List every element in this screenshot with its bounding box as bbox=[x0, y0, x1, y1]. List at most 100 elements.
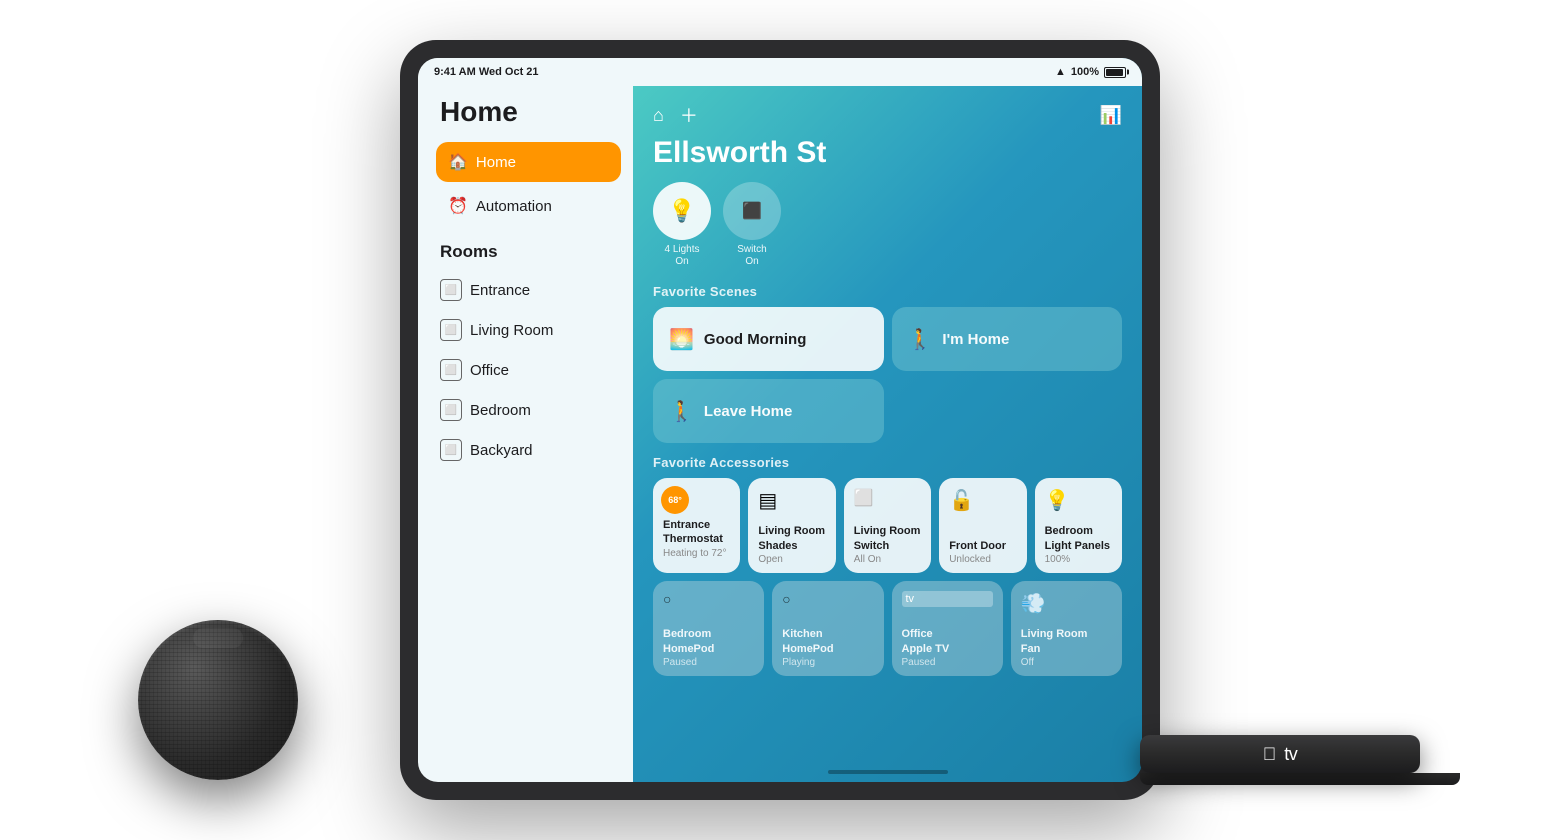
sidebar-item-living-room[interactable]: ⬜ Living Room bbox=[436, 310, 621, 350]
light-panels-icon: 💡 bbox=[1045, 488, 1112, 513]
home-indicator[interactable] bbox=[828, 770, 948, 774]
status-right: ▲ 100% bbox=[1055, 66, 1126, 78]
entrance-room-icon: ⬜ bbox=[440, 279, 462, 301]
door-status: Unlocked bbox=[949, 554, 1016, 565]
sidebar-item-automation[interactable]: ⏰ Automation bbox=[436, 186, 621, 226]
accessories-row-1: 68° EntranceThermostat Heating to 72° ▤ … bbox=[633, 478, 1142, 581]
battery-icon bbox=[1104, 67, 1126, 78]
appletv-base bbox=[1140, 773, 1460, 785]
add-icon[interactable]: ＋ bbox=[680, 102, 698, 128]
office-label: Office bbox=[470, 362, 509, 379]
lights-label: 4 LightsOn bbox=[664, 244, 699, 268]
quick-access-row: 💡 4 LightsOn ⬛ SwitchOn bbox=[633, 182, 1142, 280]
accessories-row-2: ○ BedroomHomePod Paused ○ KitchenHomePod… bbox=[633, 581, 1142, 690]
sidebar-home-label: Home bbox=[476, 154, 516, 171]
scenes-grid-bottom: 🚶 Leave Home bbox=[633, 379, 1142, 451]
living-room-label: Living Room bbox=[470, 322, 553, 339]
scene-leave-home[interactable]: 🚶 Leave Home bbox=[653, 379, 884, 443]
sidebar-item-bedroom[interactable]: ⬜ Bedroom bbox=[436, 390, 621, 430]
home-nav-icon: 🏠 bbox=[448, 152, 468, 172]
accessory-living-room-switch[interactable]: ⬜ Living RoomSwitch All On bbox=[844, 478, 931, 573]
ipad-device: 9:41 AM Wed Oct 21 ▲ 100% Home 🏠 Home bbox=[400, 40, 1160, 800]
kitchen-homepod-status: Playing bbox=[782, 657, 873, 668]
sidebar-automation-label: Automation bbox=[476, 198, 552, 215]
office-appletv-status: Paused bbox=[902, 657, 993, 668]
shades-status: Open bbox=[758, 554, 825, 565]
waveform-icon[interactable]: 📊 bbox=[1100, 105, 1122, 126]
temp-badge: 68° bbox=[661, 486, 689, 514]
apple-tv-device:  tv bbox=[1140, 735, 1460, 785]
sidebar-item-home[interactable]: 🏠 Home bbox=[436, 142, 621, 182]
scene-im-home[interactable]: 🚶 I'm Home bbox=[892, 307, 1123, 371]
appletv-text: tv bbox=[1284, 744, 1297, 765]
accessory-living-room-fan[interactable]: 💨 Living RoomFan Off bbox=[1011, 581, 1122, 676]
quick-switch-btn[interactable]: ⬛ SwitchOn bbox=[723, 182, 781, 268]
leave-home-label: Leave Home bbox=[704, 403, 792, 420]
bedroom-homepod-icon: ○ bbox=[663, 591, 754, 607]
main-header: ⌂ ＋ 📊 bbox=[633, 96, 1142, 128]
accessory-entrance-thermostat[interactable]: 68° EntranceThermostat Heating to 72° bbox=[653, 478, 740, 573]
main-content: ⌂ ＋ 📊 Ellsworth St 💡 4 LightsOn ⬛ Swit bbox=[633, 58, 1142, 782]
living-room-icon: ⬜ bbox=[440, 319, 462, 341]
accessories-section-title: Favorite Accessories bbox=[633, 451, 1142, 478]
light-panels-status: 100% bbox=[1045, 554, 1112, 565]
kitchen-homepod-icon: ○ bbox=[782, 591, 873, 607]
lights-circle: 💡 bbox=[653, 182, 711, 240]
battery-percent: 100% bbox=[1071, 66, 1099, 78]
leave-home-icon: 🚶 bbox=[669, 399, 694, 424]
switch-icon: ⬜ bbox=[854, 488, 921, 508]
switch-acc-name: Living RoomSwitch bbox=[854, 524, 921, 553]
ipad-screen: 9:41 AM Wed Oct 21 ▲ 100% Home 🏠 Home bbox=[418, 58, 1142, 782]
entrance-label: Entrance bbox=[470, 282, 530, 299]
accessory-office-appletv[interactable]: tv OfficeApple TV Paused bbox=[892, 581, 1003, 676]
office-appletv-name: OfficeApple TV bbox=[902, 627, 993, 656]
switch-circle: ⬛ bbox=[723, 182, 781, 240]
automation-nav-icon: ⏰ bbox=[448, 196, 468, 216]
switch-label: SwitchOn bbox=[737, 244, 766, 268]
scene-container: 9:41 AM Wed Oct 21 ▲ 100% Home 🏠 Home bbox=[0, 0, 1560, 840]
thermostat-name: EntranceThermostat bbox=[663, 518, 730, 547]
accessory-front-door[interactable]: 🔓 Front Door Unlocked bbox=[939, 478, 1026, 573]
bedroom-homepod-name: BedroomHomePod bbox=[663, 627, 754, 656]
appletv-logo:  tv bbox=[1263, 744, 1298, 765]
kitchen-homepod-name: KitchenHomePod bbox=[782, 627, 873, 656]
shades-icon: ▤ bbox=[758, 488, 825, 513]
homepod-mini bbox=[138, 620, 298, 780]
door-icon: 🔓 bbox=[949, 488, 1016, 513]
bedroom-icon: ⬜ bbox=[440, 399, 462, 421]
bedroom-label: Bedroom bbox=[470, 402, 531, 419]
appletv-body:  tv bbox=[1140, 735, 1420, 773]
thermostat-status: Heating to 72° bbox=[663, 548, 730, 559]
good-morning-icon: 🌅 bbox=[669, 327, 694, 352]
scenes-grid: 🌅 Good Morning 🚶 I'm Home bbox=[633, 307, 1142, 379]
bedroom-homepod-status: Paused bbox=[663, 657, 754, 668]
quick-lights-btn[interactable]: 💡 4 LightsOn bbox=[653, 182, 711, 268]
light-panels-name: BedroomLight Panels bbox=[1045, 524, 1112, 553]
accessory-bedroom-homepod[interactable]: ○ BedroomHomePod Paused bbox=[653, 581, 764, 676]
sidebar-item-backyard[interactable]: ⬜ Backyard bbox=[436, 430, 621, 470]
im-home-label: I'm Home bbox=[942, 331, 1009, 348]
home-header-icon[interactable]: ⌂ bbox=[653, 105, 664, 126]
sidebar-item-office[interactable]: ⬜ Office bbox=[436, 350, 621, 390]
office-appletv-icon: tv bbox=[902, 591, 993, 607]
good-morning-label: Good Morning bbox=[704, 331, 806, 348]
home-title: Ellsworth St bbox=[633, 128, 1142, 182]
shades-name: Living RoomShades bbox=[758, 524, 825, 553]
apple-logo-icon:  bbox=[1263, 744, 1277, 765]
accessory-kitchen-homepod[interactable]: ○ KitchenHomePod Playing bbox=[772, 581, 883, 676]
rooms-section-title: Rooms bbox=[440, 242, 621, 262]
status-bar: 9:41 AM Wed Oct 21 ▲ 100% bbox=[418, 58, 1142, 86]
office-icon: ⬜ bbox=[440, 359, 462, 381]
backyard-icon: ⬜ bbox=[440, 439, 462, 461]
fan-status: Off bbox=[1021, 657, 1112, 668]
backyard-label: Backyard bbox=[470, 442, 533, 459]
accessory-living-room-shades[interactable]: ▤ Living RoomShades Open bbox=[748, 478, 835, 573]
scenes-section-title: Favorite Scenes bbox=[633, 280, 1142, 307]
im-home-icon: 🚶 bbox=[908, 327, 933, 352]
sidebar-item-entrance[interactable]: ⬜ Entrance bbox=[436, 270, 621, 310]
sidebar-title: Home bbox=[436, 96, 621, 128]
accessory-bedroom-lights[interactable]: 💡 BedroomLight Panels 100% bbox=[1035, 478, 1122, 573]
switch-acc-status: All On bbox=[854, 554, 921, 565]
scene-good-morning[interactable]: 🌅 Good Morning bbox=[653, 307, 884, 371]
wifi-icon: ▲ bbox=[1055, 66, 1066, 78]
